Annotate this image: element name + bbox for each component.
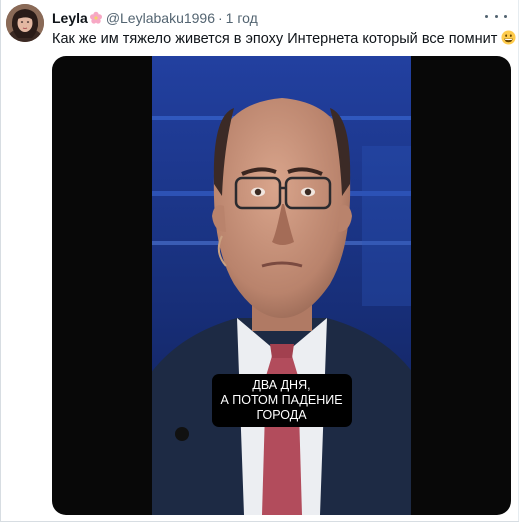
video-still-image: [152, 56, 411, 515]
separator-dot: ·: [218, 10, 223, 26]
grinning-face-icon: [501, 30, 516, 45]
more-options-icon[interactable]: [485, 9, 507, 23]
video-caption: ДВА ДНЯ, А ПОТОМ ПАДЕНИЕ ГОРОДА: [211, 374, 352, 427]
avatar[interactable]: [6, 4, 44, 42]
user-handle[interactable]: @Leylabaku1996: [106, 10, 215, 26]
video-media[interactable]: ДВА ДНЯ, А ПОТОМ ПАДЕНИЕ ГОРОДА: [52, 56, 511, 515]
timestamp[interactable]: 1 год: [226, 10, 258, 26]
left-border: [0, 0, 1, 522]
caption-line-2: А ПОТОМ ПАДЕНИЕ: [220, 393, 343, 407]
cherry-blossom-icon: [89, 11, 103, 25]
tweet-text: Как же им тяжело живется в эпоху Интерне…: [52, 30, 516, 49]
caption-line-3: ГОРОДА: [256, 408, 307, 422]
video-frame[interactable]: ДВА ДНЯ, А ПОТОМ ПАДЕНИЕ ГОРОДА: [152, 56, 411, 515]
display-name[interactable]: Leyla: [52, 10, 88, 26]
caption-line-1: ДВА ДНЯ,: [252, 378, 311, 392]
tweet-header: Leyla @Leylabaku1996 · 1 год: [52, 8, 258, 28]
avatar-image: [6, 4, 44, 42]
tweet-text-content: Как же им тяжело живется в эпоху Интерне…: [52, 31, 498, 47]
